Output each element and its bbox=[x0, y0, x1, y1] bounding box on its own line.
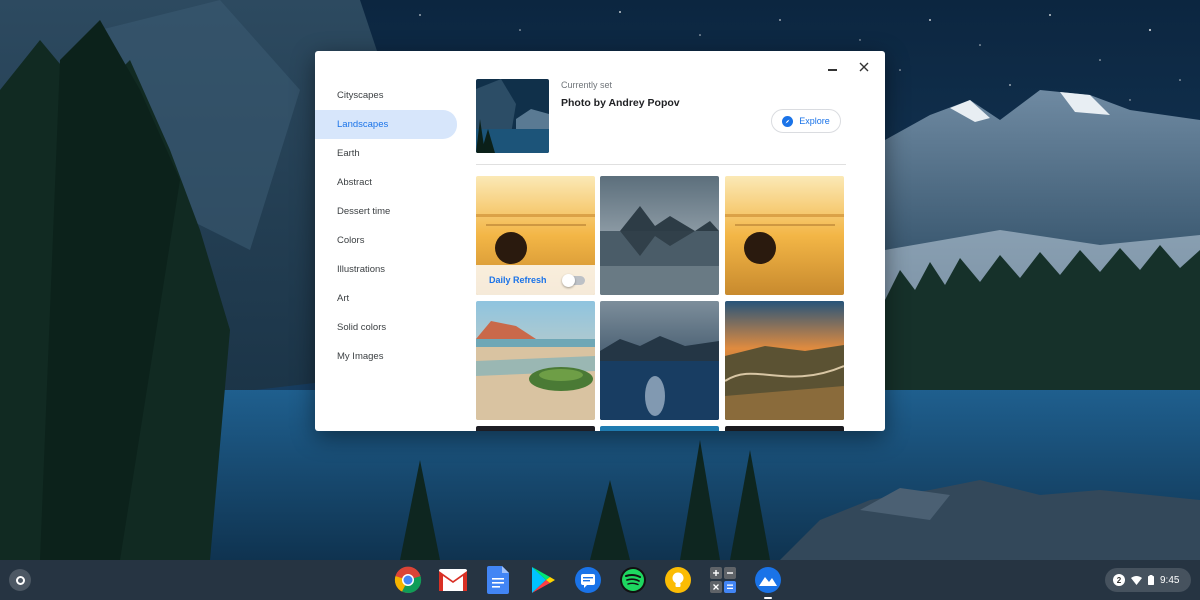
notification-count-badge: 2 bbox=[1113, 574, 1125, 586]
wallpaper-tile-golden-sunset[interactable] bbox=[725, 176, 844, 295]
shelf-apps bbox=[393, 565, 783, 599]
sidebar-item-solid-colors[interactable]: Solid colors bbox=[315, 313, 457, 342]
sidebar-item-illustrations[interactable]: Illustrations bbox=[315, 255, 457, 284]
messages-app[interactable] bbox=[573, 565, 603, 595]
wallpaper-tile-row3-3[interactable] bbox=[725, 426, 844, 431]
chrome-app[interactable] bbox=[393, 565, 423, 595]
wifi-icon bbox=[1131, 575, 1142, 585]
wallpaper-app[interactable] bbox=[753, 565, 783, 599]
keep-app[interactable] bbox=[663, 565, 693, 595]
battery-icon bbox=[1148, 575, 1154, 585]
sidebar-item-colors[interactable]: Colors bbox=[315, 226, 457, 255]
daily-refresh-toggle[interactable] bbox=[562, 273, 585, 287]
sidebar-item-abstract[interactable]: Abstract bbox=[315, 168, 457, 197]
messages-icon bbox=[575, 567, 601, 593]
play-store-icon bbox=[532, 567, 555, 593]
close-icon bbox=[859, 62, 869, 72]
launcher-button[interactable] bbox=[9, 569, 31, 591]
sidebar-item-earth[interactable]: Earth bbox=[315, 139, 457, 168]
docs-app[interactable] bbox=[483, 565, 513, 595]
calculator-icon bbox=[710, 567, 736, 593]
daily-refresh-label: Daily Refresh bbox=[489, 275, 547, 285]
explore-button[interactable]: Explore bbox=[771, 109, 841, 133]
sidebar-item-my-images[interactable]: My Images bbox=[315, 342, 457, 371]
wallpaper-picker-dialog: Cityscapes Landscapes Earth Abstract Des… bbox=[315, 51, 885, 431]
wallpaper-tile-row3-2[interactable] bbox=[600, 426, 719, 431]
running-indicator bbox=[764, 597, 772, 599]
gmail-app[interactable] bbox=[438, 565, 468, 595]
wallpaper-tile-beach-rock[interactable] bbox=[476, 301, 595, 420]
shelf: 2 9:45 bbox=[0, 560, 1200, 600]
wallpaper-tile-winding-road[interactable] bbox=[725, 301, 844, 420]
minimize-icon bbox=[827, 69, 837, 71]
gmail-icon bbox=[439, 569, 467, 591]
launcher-icon bbox=[15, 575, 25, 585]
current-wallpaper-panel: Currently set Photo by Andrey Popov Expl… bbox=[476, 79, 846, 159]
sidebar-item-cityscapes[interactable]: Cityscapes bbox=[315, 81, 457, 110]
wallpaper-grid: Daily Refresh bbox=[476, 176, 846, 431]
sidebar-item-landscapes[interactable]: Landscapes bbox=[315, 110, 457, 139]
status-tray[interactable]: 2 9:45 bbox=[1105, 568, 1191, 592]
current-wallpaper-thumbnail bbox=[476, 79, 549, 153]
window-controls bbox=[821, 57, 875, 77]
wallpaper-app-icon bbox=[755, 567, 781, 593]
minimize-button[interactable] bbox=[821, 57, 843, 77]
sidebar-item-art[interactable]: Art bbox=[315, 284, 457, 313]
wallpaper-tile-row3-1[interactable] bbox=[476, 426, 595, 431]
compass-icon bbox=[782, 115, 794, 127]
clock-time: 9:45 bbox=[1160, 574, 1180, 586]
current-wallpaper-title: Photo by Andrey Popov bbox=[561, 97, 680, 109]
wallpaper-tile-moonlit-lake[interactable] bbox=[600, 301, 719, 420]
spotify-icon bbox=[620, 567, 646, 593]
wallpaper-tile-lake-mountains[interactable] bbox=[600, 176, 719, 295]
wallpaper-tile-daily-refresh[interactable]: Daily Refresh bbox=[476, 176, 595, 295]
section-divider bbox=[476, 164, 846, 165]
daily-refresh-bar: Daily Refresh bbox=[476, 265, 595, 295]
sidebar-item-dessert-time[interactable]: Dessert time bbox=[315, 197, 457, 226]
play-store-app[interactable] bbox=[528, 565, 558, 595]
calculator-app[interactable] bbox=[708, 565, 738, 595]
currently-set-label: Currently set bbox=[561, 80, 613, 90]
docs-icon bbox=[487, 566, 509, 594]
close-button[interactable] bbox=[853, 57, 875, 77]
explore-label: Explore bbox=[799, 116, 830, 126]
toggle-knob bbox=[562, 273, 575, 287]
keep-icon bbox=[665, 567, 691, 593]
spotify-app[interactable] bbox=[618, 565, 648, 595]
category-sidebar: Cityscapes Landscapes Earth Abstract Des… bbox=[315, 81, 465, 371]
chrome-icon bbox=[394, 566, 422, 594]
